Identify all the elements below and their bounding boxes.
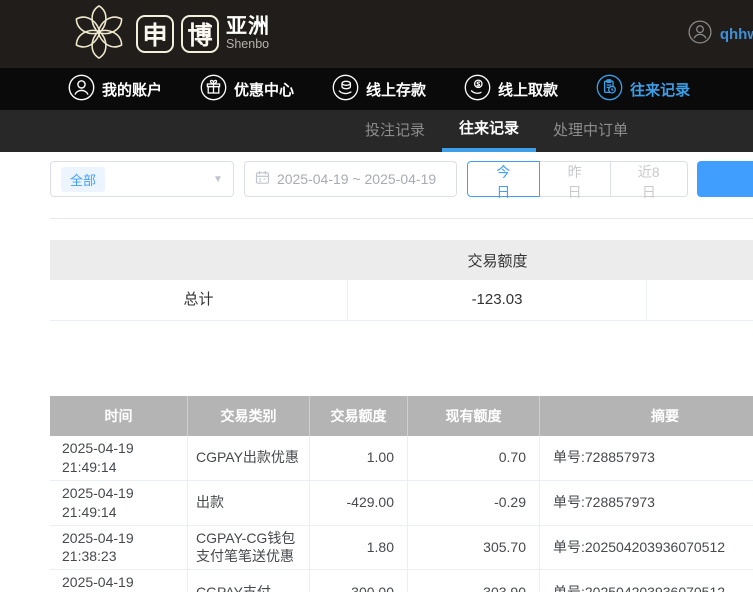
- col-header-amount: 交易额度: [310, 396, 408, 436]
- cell-type: 出款: [188, 481, 310, 525]
- chevron-down-icon: ▼: [213, 174, 223, 185]
- summary-total-row: 总计 -123.03: [50, 280, 753, 321]
- nav-item-transactions[interactable]: 往来记录: [596, 74, 690, 105]
- cell-balance: 305.70: [408, 526, 540, 570]
- user-account-area[interactable]: qhhw: [688, 0, 753, 68]
- main-nav: 我的账户 优惠中心: [0, 68, 753, 110]
- cell-time: 2025-04-19 21:49:14: [50, 481, 188, 525]
- tab-betting-records[interactable]: 投注记录: [348, 110, 442, 152]
- logo-wordmark: 亚洲 Shenbo: [226, 16, 270, 51]
- cell-amount: 1.80: [310, 526, 408, 570]
- record-tabs: 投注记录 往来记录 处理中订单: [348, 110, 645, 152]
- section-divider: [50, 218, 753, 219]
- nav-item-label: 线上存款: [366, 79, 426, 100]
- last-8-days-button[interactable]: 近8日: [610, 161, 688, 197]
- nav-item-label: 往来记录: [630, 79, 690, 100]
- brand-logo[interactable]: 申 博 亚洲 Shenbo: [70, 3, 270, 66]
- quick-date-buttons: 今日 昨日 近8日: [467, 161, 688, 197]
- withdraw-icon: [464, 74, 491, 105]
- summary-header-row: 交易额度: [50, 240, 753, 280]
- cell-type: CGPAY-CG钱包支付笔笔送优惠: [188, 526, 310, 570]
- date-range-value: 2025-04-19 ~ 2025-04-19: [277, 171, 436, 187]
- avatar-icon: [688, 20, 712, 49]
- cell-summary: 单号:202504203936070512: [540, 570, 753, 592]
- cell-time: 2025-04-19 21:38:23: [50, 570, 188, 592]
- records-icon: [596, 74, 623, 105]
- transaction-records-page: 申 博 亚洲 Shenbo qhhw: [0, 0, 753, 592]
- yesterday-button[interactable]: 昨日: [539, 161, 611, 197]
- nav-item-label: 优惠中心: [234, 79, 294, 100]
- query-button[interactable]: [697, 161, 753, 197]
- cell-balance: 303.90: [408, 570, 540, 592]
- records-table: 时间 交易类别 交易额度 现有额度 摘要 2025-04-19 21:49:14…: [50, 396, 753, 592]
- type-select[interactable]: 全部 ▼: [50, 161, 234, 197]
- cell-amount: 300.00: [310, 570, 408, 592]
- table-row: 2025-04-19 21:38:23 CGPAY-CG钱包支付笔笔送优惠 1.…: [50, 526, 753, 571]
- type-selected-chip[interactable]: 全部: [61, 167, 105, 192]
- col-header-summary: 摘要: [540, 396, 753, 436]
- summary-header-amount: 交易额度: [348, 250, 647, 271]
- summary-total-amount: -123.03: [348, 280, 647, 320]
- deposit-icon: [332, 74, 359, 105]
- cell-amount: -429.00: [310, 481, 408, 525]
- nav-item-deposit[interactable]: 线上存款: [332, 74, 426, 105]
- summary-table: 交易额度 总计 -123.03: [50, 240, 753, 321]
- today-button[interactable]: 今日: [467, 161, 539, 197]
- cell-balance: 0.70: [408, 436, 540, 480]
- username-link[interactable]: qhhw: [720, 26, 753, 43]
- cell-time: 2025-04-19 21:38:23: [50, 526, 188, 570]
- logo-characters: 申 博: [136, 15, 219, 53]
- gift-icon: [200, 74, 227, 105]
- nav-item-label: 线上取款: [498, 79, 558, 100]
- cell-type: CGPAY支付: [188, 570, 310, 592]
- flower-logo-icon: [70, 3, 128, 66]
- nav-item-promotions[interactable]: 优惠中心: [200, 74, 294, 105]
- cell-type: CGPAY出款优惠: [188, 436, 310, 480]
- top-bar: 申 博 亚洲 Shenbo qhhw: [0, 0, 753, 68]
- col-header-time: 时间: [50, 396, 188, 436]
- nav-item-my-account[interactable]: 我的账户: [68, 74, 162, 105]
- sub-nav: 投注记录 往来记录 处理中订单: [0, 110, 753, 152]
- cell-balance: -0.29: [408, 481, 540, 525]
- tab-processing-orders[interactable]: 处理中订单: [536, 110, 645, 152]
- logo-char-bo: 博: [181, 15, 219, 53]
- logo-subtitle-text: Shenbo: [226, 38, 270, 51]
- table-row: 2025-04-19 21:49:14 出款 -429.00 -0.29 单号:…: [50, 481, 753, 526]
- cell-time: 2025-04-19 21:49:14: [50, 436, 188, 480]
- cell-summary: 单号:728857973: [540, 436, 753, 480]
- nav-item-withdraw[interactable]: 线上取款: [464, 74, 558, 105]
- table-row: 2025-04-19 21:38:23 CGPAY支付 300.00 303.9…: [50, 570, 753, 592]
- col-header-balance: 现有额度: [408, 396, 540, 436]
- logo-region-text: 亚洲: [226, 16, 270, 38]
- table-row: 2025-04-19 21:49:14 CGPAY出款优惠 1.00 0.70 …: [50, 436, 753, 481]
- cell-summary: 单号:728857973: [540, 481, 753, 525]
- nav-item-label: 我的账户: [102, 79, 162, 100]
- logo-char-shen: 申: [136, 15, 174, 53]
- tab-transaction-records[interactable]: 往来记录: [442, 110, 536, 152]
- col-header-type: 交易类别: [188, 396, 310, 436]
- calendar-icon: [255, 170, 270, 188]
- records-header-row: 时间 交易类别 交易额度 现有额度 摘要: [50, 396, 753, 436]
- user-icon: [68, 74, 95, 105]
- summary-total-label: 总计: [50, 280, 348, 320]
- filter-row: 全部 ▼ 2025-04-19 ~ 2025-04-19 今日 昨日 近8日: [50, 161, 753, 197]
- date-range-picker[interactable]: 2025-04-19 ~ 2025-04-19: [244, 161, 457, 197]
- cell-summary: 单号:202504203936070512: [540, 526, 753, 570]
- cell-amount: 1.00: [310, 436, 408, 480]
